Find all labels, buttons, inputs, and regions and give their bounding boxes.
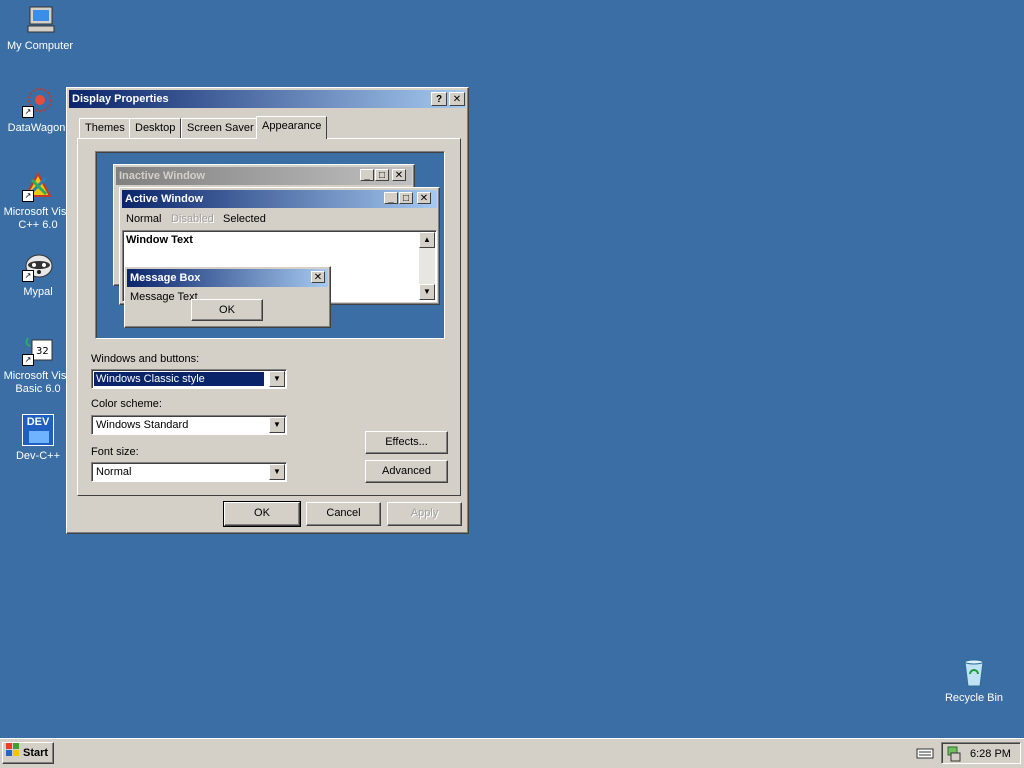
maximize-icon: □ bbox=[375, 169, 389, 181]
windows-buttons-select[interactable]: Windows Classic style ▼ bbox=[91, 369, 287, 389]
close-icon: ✕ bbox=[417, 192, 431, 204]
clock[interactable]: 6:28 PM bbox=[970, 746, 1011, 762]
keyboard-icon[interactable] bbox=[916, 746, 934, 760]
tab-screen-saver[interactable]: Screen Saver bbox=[181, 118, 260, 138]
shortcut-arrow-icon: ↗ bbox=[22, 354, 34, 366]
recycle-bin-icon bbox=[958, 656, 990, 688]
preview-scrollbar: ▲ ▼ bbox=[419, 232, 435, 300]
network-icon[interactable] bbox=[946, 746, 962, 762]
preview-window-text: Window Text bbox=[126, 234, 193, 246]
color-scheme-label: Color scheme: bbox=[91, 398, 162, 410]
desktop-icon-recycle-bin[interactable]: Recycle Bin bbox=[934, 656, 1014, 705]
my-computer-icon bbox=[24, 4, 56, 36]
chevron-down-icon[interactable]: ▼ bbox=[269, 417, 285, 433]
apply-button[interactable]: Apply bbox=[387, 502, 462, 526]
shortcut-arrow-icon: ↗ bbox=[22, 270, 34, 282]
system-tray: 6:28 PM bbox=[941, 742, 1021, 764]
tab-desktop[interactable]: Desktop bbox=[129, 118, 182, 138]
menu-selected: Selected bbox=[223, 213, 266, 225]
menu-normal: Normal bbox=[126, 213, 162, 225]
visual-cpp-icon: ↗ bbox=[22, 170, 54, 202]
preview-msgbox-ok: OK bbox=[191, 299, 263, 321]
svg-text:32: 32 bbox=[36, 346, 49, 357]
minimize-icon: _ bbox=[360, 169, 374, 181]
start-button[interactable]: Start bbox=[2, 742, 54, 764]
chevron-down-icon[interactable]: ▼ bbox=[269, 464, 285, 480]
menu-disabled: Disabled bbox=[171, 213, 214, 225]
start-label: Start bbox=[23, 747, 49, 760]
preview-menu-bar: Normal Disabled Selected bbox=[122, 210, 437, 228]
appearance-preview: Inactive Window _ □ ✕ Active Window _ □ … bbox=[95, 151, 445, 339]
desktop-icon-my-computer[interactable]: My Computer bbox=[0, 4, 80, 53]
datawagon-icon: ↗ bbox=[22, 86, 54, 118]
help-button[interactable]: ? bbox=[431, 92, 447, 106]
mypal-raccoon-icon: ↗ bbox=[22, 250, 54, 282]
windows-buttons-label: Windows and buttons: bbox=[91, 353, 200, 365]
preview-msgbox-text: Message Text bbox=[130, 291, 198, 303]
tab-themes[interactable]: Themes bbox=[79, 118, 131, 138]
cancel-button[interactable]: Cancel bbox=[306, 502, 381, 526]
font-size-select[interactable]: Normal ▼ bbox=[91, 462, 287, 482]
windows-logo-icon bbox=[6, 743, 20, 763]
close-icon: ✕ bbox=[311, 271, 325, 283]
color-scheme-select[interactable]: Windows Standard ▼ bbox=[91, 415, 287, 435]
appearance-panel: Inactive Window _ □ ✕ Active Window _ □ … bbox=[77, 138, 461, 496]
dev-cpp-icon: DEV bbox=[22, 414, 54, 446]
ok-button[interactable]: OK bbox=[223, 501, 301, 527]
dialog-title-bar[interactable]: Display Properties bbox=[69, 90, 466, 108]
minimize-icon: _ bbox=[384, 192, 398, 204]
effects-button[interactable]: Effects... bbox=[365, 431, 448, 454]
close-button[interactable]: ✕ bbox=[449, 92, 465, 106]
visual-basic-icon: 32 ↗ bbox=[22, 334, 54, 366]
chevron-down-icon[interactable]: ▼ bbox=[269, 371, 285, 387]
dialog-title: Display Properties bbox=[72, 93, 169, 105]
tab-strip: Themes Desktop Screen Saver Appearance bbox=[77, 116, 462, 140]
preview-msgbox-titlebar: Message Box bbox=[127, 269, 328, 287]
display-properties-dialog: Display Properties ? ✕ Themes Desktop Sc… bbox=[66, 87, 469, 534]
taskbar: Start 6:28 PM bbox=[0, 738, 1024, 768]
desktop-icon-label: My Computer bbox=[6, 40, 74, 52]
scroll-up-icon: ▲ bbox=[419, 232, 435, 248]
shortcut-arrow-icon: ↗ bbox=[22, 190, 34, 202]
scroll-down-icon: ▼ bbox=[419, 284, 435, 300]
dev-badge: DEV bbox=[26, 416, 50, 428]
maximize-icon: □ bbox=[399, 192, 413, 204]
close-icon: ✕ bbox=[452, 94, 462, 105]
shortcut-arrow-icon: ↗ bbox=[22, 106, 34, 118]
preview-message-box: Message Box ✕ Message Text OK bbox=[124, 266, 331, 328]
advanced-button[interactable]: Advanced bbox=[365, 460, 448, 483]
tab-appearance[interactable]: Appearance bbox=[256, 116, 328, 139]
font-size-label: Font size: bbox=[91, 446, 139, 458]
desktop-icon-label: Recycle Bin bbox=[944, 692, 1004, 704]
close-icon: ✕ bbox=[392, 169, 406, 181]
